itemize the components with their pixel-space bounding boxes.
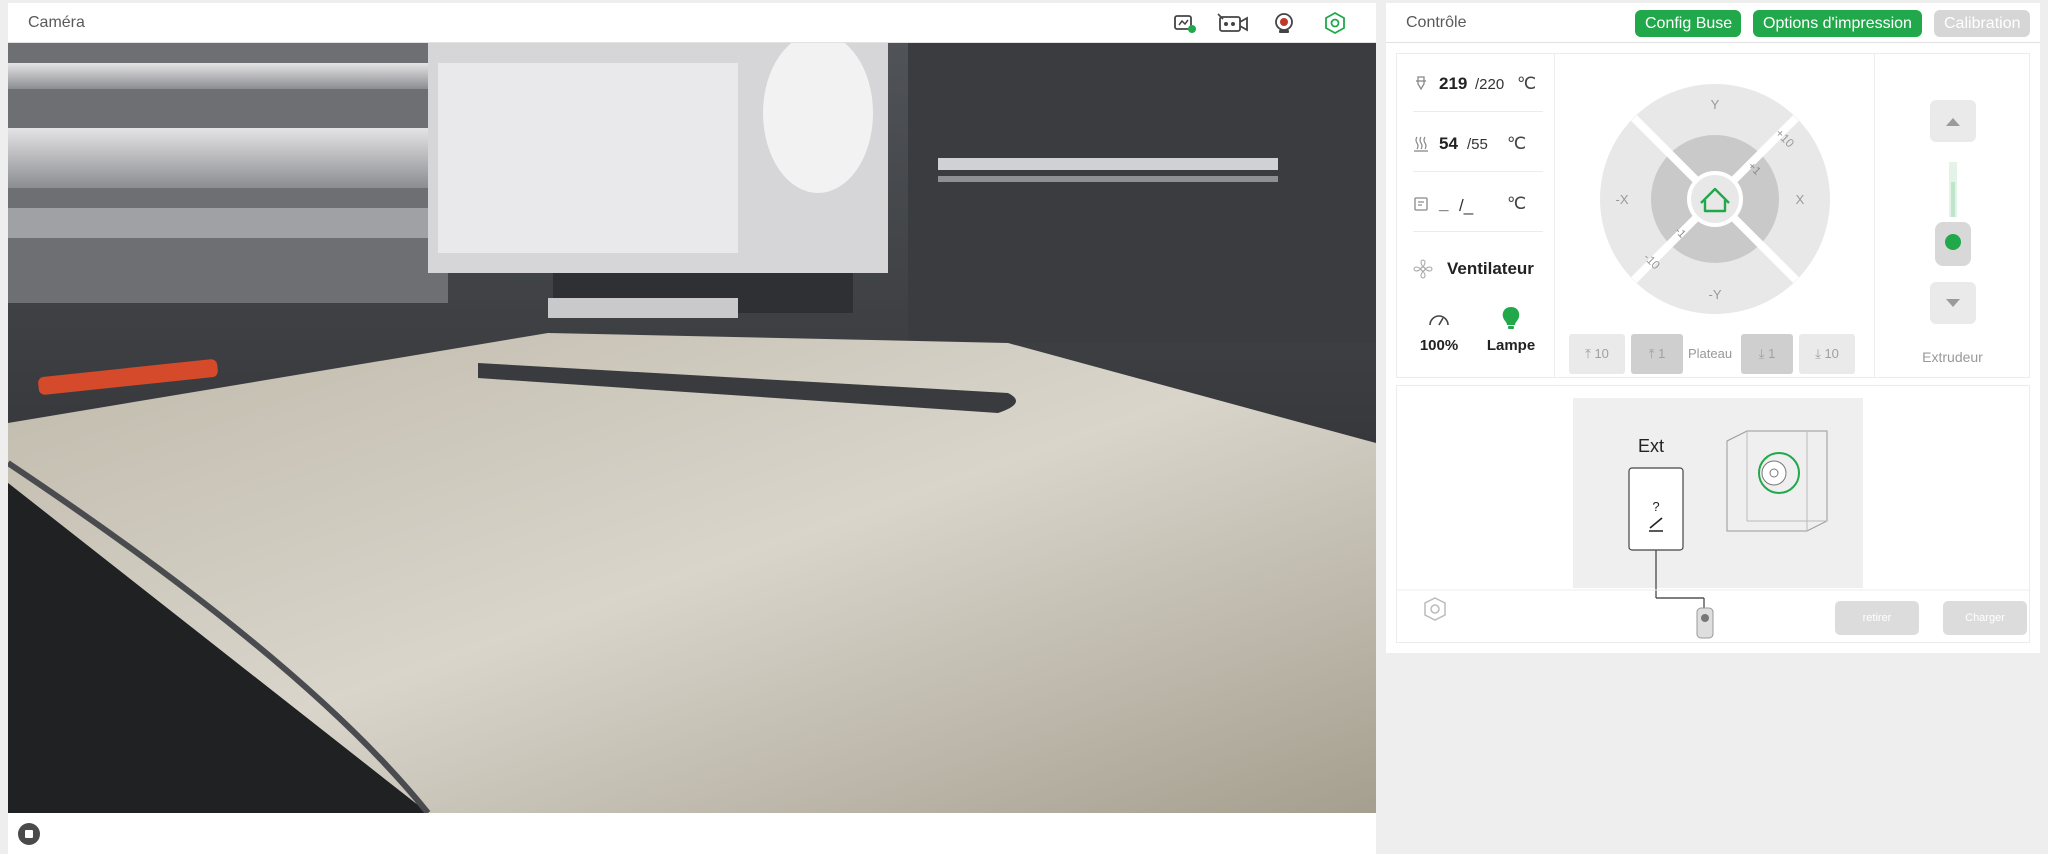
controls-box: 219 /220 ℃ 54 /55 ℃ _ /_ ℃ Ventilateur 1… xyxy=(1396,53,2030,378)
chamber-temp-target: /_ xyxy=(1459,196,1474,215)
temperature-column: 219 /220 ℃ 54 /55 ℃ _ /_ ℃ Ventilateur 1… xyxy=(1397,54,1555,377)
fan-icon xyxy=(1413,259,1433,284)
bed-temp-target: /55 xyxy=(1467,136,1488,153)
speed-control[interactable]: 100% xyxy=(1411,304,1467,364)
lamp-toggle[interactable]: Lampe xyxy=(1481,304,1541,364)
extruder-column: Extrudeur xyxy=(1875,54,2030,377)
plate-down-1-button[interactable]: ⤓ 1 xyxy=(1741,334,1793,374)
plate-up1-label: 1 xyxy=(1658,346,1666,361)
camera-header: Caméra xyxy=(8,3,1376,43)
recording-icon[interactable] xyxy=(1216,11,1250,35)
nozzle-icon xyxy=(1413,76,1429,92)
heatbed-icon xyxy=(1413,136,1429,152)
extrude-up-button[interactable] xyxy=(1930,100,1976,142)
calibration-button[interactable]: Calibration xyxy=(1934,10,2030,37)
control-panel: Contrôle Config Buse Options d'impressio… xyxy=(1386,3,2040,653)
filament-box: Ext ? retirer Charger xyxy=(1396,385,2030,643)
unload-button[interactable]: retirer xyxy=(1835,601,1919,635)
fan-row[interactable]: Ventilateur xyxy=(1413,237,1543,295)
camera-footer xyxy=(8,813,1376,854)
jog-y-minus: -Y xyxy=(1709,287,1722,302)
monitoring-icon[interactable] xyxy=(1172,11,1198,35)
bed-temp-current: 54 xyxy=(1439,134,1458,153)
nozzle-temp-current: 219 xyxy=(1439,74,1468,93)
lamp-icon xyxy=(1502,307,1520,329)
ext-spool-label: Ext xyxy=(1638,436,1664,456)
chamber-temp-unit: ℃ xyxy=(1507,194,1527,213)
plate-up-1-button[interactable]: ⤒ 1 xyxy=(1631,334,1683,374)
plate-up10-label: 10 xyxy=(1594,346,1609,361)
filament-diagram: Ext ? xyxy=(1397,398,2029,639)
jog-y-plus: Y xyxy=(1711,97,1720,112)
speed-value: 100% xyxy=(1419,337,1459,354)
extruder-label: Extrudeur xyxy=(1922,349,1983,365)
triangle-down-icon xyxy=(1946,299,1960,307)
jog-x-minus: -X xyxy=(1616,192,1629,207)
xy-jog-pad[interactable]: Y -Y X -X +10 +1 -1 -10 xyxy=(1595,79,1835,319)
bed-temp-unit: ℃ xyxy=(1507,134,1527,153)
nozzle-temp-target: /220 xyxy=(1475,76,1505,93)
control-title: Contrôle xyxy=(1406,14,1467,31)
nozzle-temp-row[interactable]: 219 /220 ℃ xyxy=(1413,54,1543,112)
camera-feed xyxy=(8,43,1376,813)
triangle-up-icon xyxy=(1946,118,1960,126)
unknown-filament: ? xyxy=(1652,499,1659,514)
camera-title: Caméra xyxy=(28,14,85,31)
chamber-temp-current: _ xyxy=(1439,194,1449,213)
extruder-graphic xyxy=(1935,162,1971,266)
control-header: Contrôle Config Buse Options d'impressio… xyxy=(1386,3,2040,43)
plate-down-10-button[interactable]: ⤓ 10 xyxy=(1799,334,1855,374)
speedometer-icon xyxy=(1429,315,1449,326)
nozzle-config-button[interactable]: Config Buse xyxy=(1635,10,1741,37)
jog-x-plus: X xyxy=(1796,192,1805,207)
chamber-icon xyxy=(1413,196,1429,212)
extrude-down-button[interactable] xyxy=(1930,282,1976,324)
settings-icon[interactable] xyxy=(1322,11,1348,35)
camera-panel: Caméra xyxy=(8,3,1376,854)
stop-record-button[interactable] xyxy=(18,823,40,845)
webcam-icon[interactable] xyxy=(1271,11,1297,35)
fan-label: Ventilateur xyxy=(1447,259,1534,278)
plate-up-10-button[interactable]: ⤒ 10 xyxy=(1569,334,1625,374)
load-button[interactable]: Charger xyxy=(1943,601,2027,635)
nozzle-temp-unit: ℃ xyxy=(1517,74,1537,93)
bed-temp-row[interactable]: 54 /55 ℃ xyxy=(1413,114,1543,172)
plate-down1-label: 1 xyxy=(1768,346,1776,361)
plate-down10-label: 10 xyxy=(1824,346,1839,361)
ams-settings-icon[interactable] xyxy=(1424,597,1446,621)
lamp-label: Lampe xyxy=(1486,337,1536,354)
chamber-temp-row[interactable]: _ /_ ℃ xyxy=(1413,174,1543,232)
jog-column: Y -Y X -X +10 +1 -1 -10 ⤒ 10 ⤒ 1 Plateau… xyxy=(1555,54,1875,377)
plate-label: Plateau xyxy=(1688,346,1733,361)
print-options-button[interactable]: Options d'impression xyxy=(1753,10,1922,37)
